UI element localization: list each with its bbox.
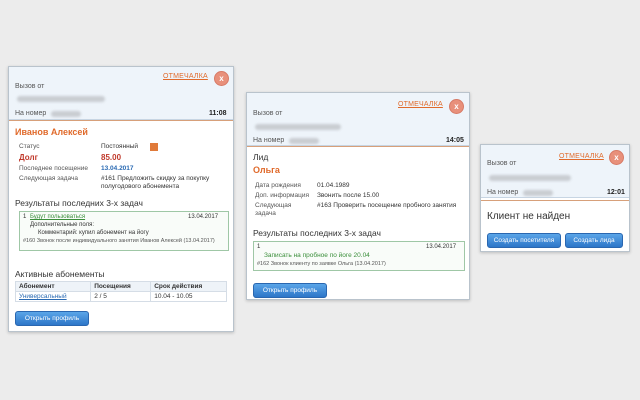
close-button[interactable]: x [214,71,229,86]
to-number-label: На номер [15,110,47,117]
next-task-row: Следующая задача #161 Предложить скидку … [19,175,229,193]
dob-value: 01.04.1989 [317,182,350,189]
column-header: Посещения [90,281,152,292]
call-time: 11:08 [209,110,227,117]
task-comment: Комментарий: купил абонемент на йогу [38,230,149,236]
task-footer-link[interactable]: #162 Звонок клиенту по заявке Ольга (13.… [257,261,386,267]
line-number-redacted [289,138,319,144]
status-color-swatch [150,143,158,151]
task-date: 13.04.2017 [188,214,219,220]
to-number-label: На номер [487,189,519,196]
call-from-label: Вызов от [15,83,45,90]
dob-row: Дата рождения 01.04.1989 [255,182,465,191]
task-footer-link[interactable]: #160 Звонок после индивидуального заняти… [23,238,223,244]
close-button[interactable]: x [609,150,624,165]
line-number-redacted [523,190,553,196]
task-title-link[interactable]: Будут пользоваться [30,214,85,220]
close-button[interactable]: x [449,99,464,114]
table-row: Универсальный 2 / 5 10.04 - 10.05 [14,291,227,302]
subscription-name-link[interactable]: Универсальный [14,291,92,302]
results-title: Результаты последних 3-х задач [253,228,381,238]
call-card-lead: ОТМЕЧАЛКА x Вызов от На номер 14:05 Лид … [246,92,470,300]
otmechalka-link[interactable]: ОТМЕЧАЛКА [163,73,208,80]
last-visit-value: 13.04.2017 [101,165,134,172]
lead-name[interactable]: Ольга [253,165,280,175]
caller-number-redacted [255,124,341,130]
next-task-row: Следующая задача #163 Проверить посещени… [255,202,465,220]
dob-label: Дата рождения [255,182,301,189]
client-name[interactable]: Иванов Алексей [15,127,88,137]
table-header-row: Абонемент Посещения Срок действия [14,281,227,292]
call-time: 12:01 [607,189,625,196]
info-value: Звонить после 15.00 [317,192,380,199]
column-header: Абонемент [14,281,92,292]
create-visitor-button[interactable]: Создать посетителя [487,233,561,248]
next-task-label: Следующая задача [19,175,79,182]
last-visit-label: Последнее посещение [19,165,88,172]
divider [247,146,469,147]
debt-value: 85.00 [101,153,122,162]
subscription-visits: 2 / 5 [90,291,152,302]
task-number: 1 [23,214,27,220]
call-card-not-found: ОТМЕЧАЛКА x Вызов от На номер 12:01 Клие… [480,144,630,252]
to-number-label: На номер [253,137,285,144]
call-time: 14:05 [446,137,464,144]
divider [481,200,629,201]
status-row: Статус Постоянный [19,143,229,152]
next-task-value[interactable]: #161 Предложить скидку за покупку полуго… [101,175,226,191]
call-card-header: ОТМЕЧАЛКА x Вызов от На номер 11:08 [9,67,233,120]
call-from-label: Вызов от [487,160,517,167]
client-not-found-text: Клиент не найден [487,211,571,222]
caller-number-redacted [489,175,571,181]
next-task-value[interactable]: #163 Проверить посещение пробного заняти… [317,202,457,210]
task-extra-fields: Дополнительные поля: [30,222,95,228]
caller-number-redacted [17,96,105,102]
task-number: 1 [257,244,261,250]
create-lead-button[interactable]: Создать лида [565,233,623,248]
lead-label: Лид [253,152,269,162]
column-header: Срок действия [150,281,227,292]
status-value: Постоянный [101,143,139,150]
info-label: Доп. информация [255,192,309,199]
next-task-label: Следующая задача [255,202,292,217]
task-title: Записать на пробное по йоге 20.04 [264,252,370,259]
call-from-label: Вызов от [253,110,283,117]
task-result-item: 1 Будут пользоваться 13.04.2017 Дополнит… [19,211,229,251]
subscriptions-title: Активные абонементы [15,269,105,279]
results-title: Результаты последних 3-х задач [15,198,143,208]
debt-row: Долг 85.00 [19,153,229,163]
subscription-period: 10.04 - 10.05 [150,291,227,302]
debt-label: Долг [19,153,38,162]
call-card-client: ОТМЕЧАЛКА x Вызов от На номер 11:08 Иван… [8,66,234,332]
subscriptions-table: Абонемент Посещения Срок действия Универ… [14,281,227,302]
line-number-redacted [51,111,81,117]
otmechalka-link[interactable]: ОТМЕЧАЛКА [398,101,443,108]
info-row: Доп. информация Звонить после 15.00 [255,192,465,201]
otmechalka-link[interactable]: ОТМЕЧАЛКА [559,153,604,160]
last-visit-row: Последнее посещение 13.04.2017 [19,165,229,174]
divider [9,120,233,121]
call-card-header: ОТМЕЧАЛКА x Вызов от На номер 12:01 [481,145,629,198]
open-profile-button[interactable]: Открыть профиль [15,311,89,326]
task-date: 13.04.2017 [426,244,457,250]
call-card-header: ОТМЕЧАЛКА x Вызов от На номер 14:05 [247,93,469,146]
task-result-item: 1 13.04.2017 Записать на пробное по йоге… [253,241,465,271]
status-label: Статус [19,143,40,150]
open-profile-button[interactable]: Открыть профиль [253,283,327,298]
